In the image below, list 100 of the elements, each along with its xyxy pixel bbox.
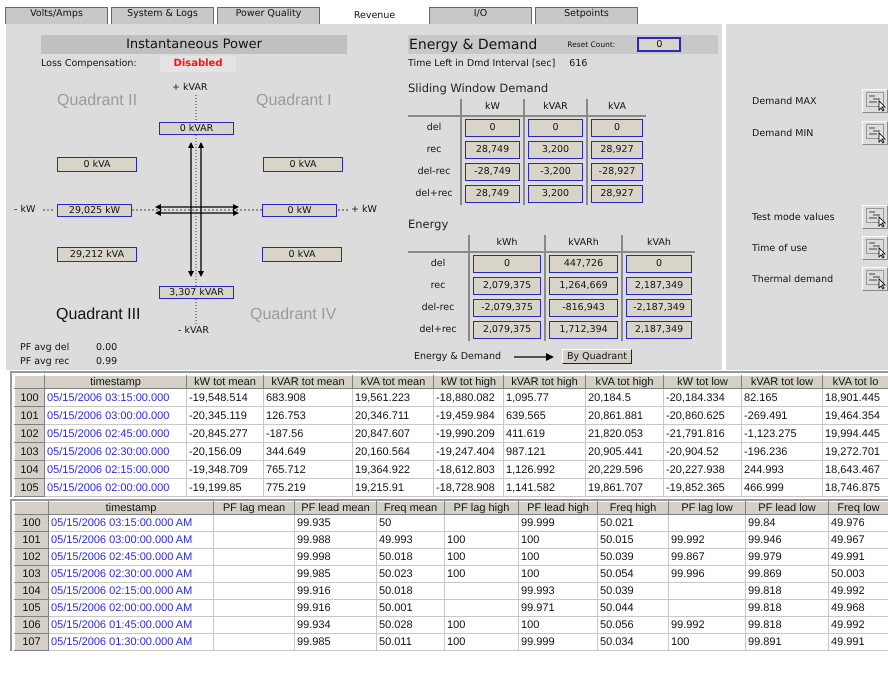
- options-button[interactable]: [862, 121, 888, 145]
- table-cell: -18,612.803: [434, 460, 504, 478]
- column-header[interactable]: kVA tot high: [586, 376, 664, 388]
- value-field: -3,200: [528, 163, 583, 181]
- row-header[interactable]: 107: [14, 634, 48, 650]
- column-header[interactable]: Freq mean: [376, 502, 444, 514]
- column-header[interactable]: kW tot high: [434, 376, 504, 388]
- table-cell: 99.985: [294, 566, 376, 582]
- table-cell: 49.993: [376, 532, 444, 548]
- table-cell: 05/15/2006 03:00:00.000: [44, 406, 186, 424]
- table-cell: 99.84: [746, 514, 828, 532]
- column-header[interactable]: Freq low: [828, 502, 888, 514]
- tab[interactable]: Setpoints: [535, 7, 638, 24]
- column-header[interactable]: Freq high: [598, 502, 668, 514]
- tab[interactable]: I/O: [429, 7, 532, 24]
- table-cell: 987.121: [504, 442, 586, 460]
- options-button[interactable]: [862, 205, 888, 229]
- table-cell: 99.934: [294, 616, 376, 634]
- column-header[interactable]: PF lead high: [518, 502, 598, 514]
- table-cell: 05/15/2006 03:15:00.000: [44, 388, 186, 406]
- table-cell: 99.971: [518, 600, 598, 616]
- row-header[interactable]: 100: [14, 514, 48, 532]
- row-label: del-rec: [418, 166, 450, 177]
- value-field: 2,079,375: [473, 321, 541, 339]
- value-field: 3,307 kVAR: [159, 286, 234, 299]
- panel-title: Energy & Demand: [409, 36, 538, 52]
- row-header[interactable]: 105: [14, 600, 48, 616]
- row-header[interactable]: 106: [14, 616, 48, 634]
- interval-label: Time Left in Dmd Interval [sec]: [408, 58, 556, 69]
- table-cell: 99.869: [746, 566, 828, 582]
- table-cell: 20,184.5: [586, 388, 664, 406]
- table-cell: -18,880.082: [434, 388, 504, 406]
- row-header[interactable]: 105: [14, 478, 44, 496]
- row-header[interactable]: 102: [14, 548, 48, 566]
- value-field: 0: [473, 255, 541, 273]
- table-cell: 50.056: [598, 616, 668, 634]
- action-label: Demand MAX: [752, 96, 817, 106]
- quadrant-label: Quadrant I: [256, 92, 332, 110]
- column-header[interactable]: timestamp: [48, 502, 214, 514]
- row-header[interactable]: 104: [14, 582, 48, 600]
- column-header[interactable]: kW tot low: [664, 376, 742, 388]
- row-header[interactable]: 104: [14, 460, 44, 478]
- table-cell: 683.908: [264, 388, 352, 406]
- table-cell: 99.998: [294, 548, 376, 566]
- interval-value: 616: [569, 58, 588, 69]
- column-header: kW: [485, 101, 500, 112]
- quadrant-label: Quadrant III: [56, 306, 140, 324]
- list-pointer-icon: [865, 123, 886, 144]
- table-cell: -20,156.09: [186, 442, 264, 460]
- column-header[interactable]: kW tot mean: [186, 376, 264, 388]
- value-field: 28,749: [465, 141, 520, 159]
- column-header[interactable]: kVAR tot high: [504, 376, 586, 388]
- row-header[interactable]: 103: [14, 442, 44, 460]
- table-cell: 100: [668, 634, 746, 650]
- table-cell: 20,346.711: [352, 406, 434, 424]
- row-header[interactable]: 102: [14, 424, 44, 442]
- column-header[interactable]: PF lead low: [746, 502, 828, 514]
- pf-value: 0.00: [96, 342, 118, 353]
- column-header[interactable]: PF lag mean: [214, 502, 294, 514]
- table-cell: 05/15/2006 03:00:00.000 AM: [48, 532, 214, 548]
- column-header[interactable]: kVA tot lo: [822, 376, 888, 388]
- options-button[interactable]: [862, 267, 888, 291]
- column-header[interactable]: kVAR tot low: [742, 376, 822, 388]
- options-button[interactable]: [862, 236, 888, 260]
- table-cell: 50.039: [598, 582, 668, 600]
- column-header[interactable]: PF lead mean: [294, 502, 376, 514]
- table-cell: 99.992: [668, 616, 746, 634]
- by-quadrant-button[interactable]: By Quadrant: [562, 349, 632, 364]
- column-header: kWh: [496, 237, 518, 248]
- row-header[interactable]: 103: [14, 566, 48, 582]
- table-cell: 50: [376, 514, 444, 532]
- table-cell: 100: [444, 532, 518, 548]
- row-label: del: [430, 258, 446, 269]
- row-header[interactable]: 101: [14, 532, 48, 548]
- reset-count-field: 0: [637, 37, 682, 52]
- column-header[interactable]: timestamp: [44, 376, 186, 388]
- table-cell: 50.018: [376, 582, 444, 600]
- column-header[interactable]: PF lag high: [444, 502, 518, 514]
- tab[interactable]: System & Logs: [111, 7, 214, 24]
- table-cell: -19,852.365: [664, 478, 742, 496]
- tab[interactable]: Volts/Amps: [5, 7, 108, 24]
- tab[interactable]: Power Quality: [217, 7, 320, 24]
- table-cell: 99.916: [294, 600, 376, 616]
- table-cell: 99.992: [668, 532, 746, 548]
- dotted-axis-line: [338, 209, 350, 211]
- table-cell: 100: [444, 566, 518, 582]
- column-header[interactable]: kVA tot mean: [352, 376, 434, 388]
- row-header[interactable]: 101: [14, 406, 44, 424]
- table-cell: 05/15/2006 01:45:00.000 AM: [48, 616, 214, 634]
- table-cell: 639.565: [504, 406, 586, 424]
- value-field: 3,200: [528, 185, 583, 203]
- value-field: -2,187,349: [626, 299, 692, 317]
- row-header[interactable]: 100: [14, 388, 44, 406]
- options-button[interactable]: [862, 89, 888, 113]
- column-header[interactable]: PF lag low: [668, 502, 746, 514]
- table-cell: 99.818: [746, 582, 828, 600]
- list-pointer-icon: [865, 269, 886, 290]
- column-header[interactable]: kVAR tot mean: [264, 376, 352, 388]
- value-field: 2,079,375: [473, 277, 541, 295]
- row-label: del-rec: [422, 302, 454, 313]
